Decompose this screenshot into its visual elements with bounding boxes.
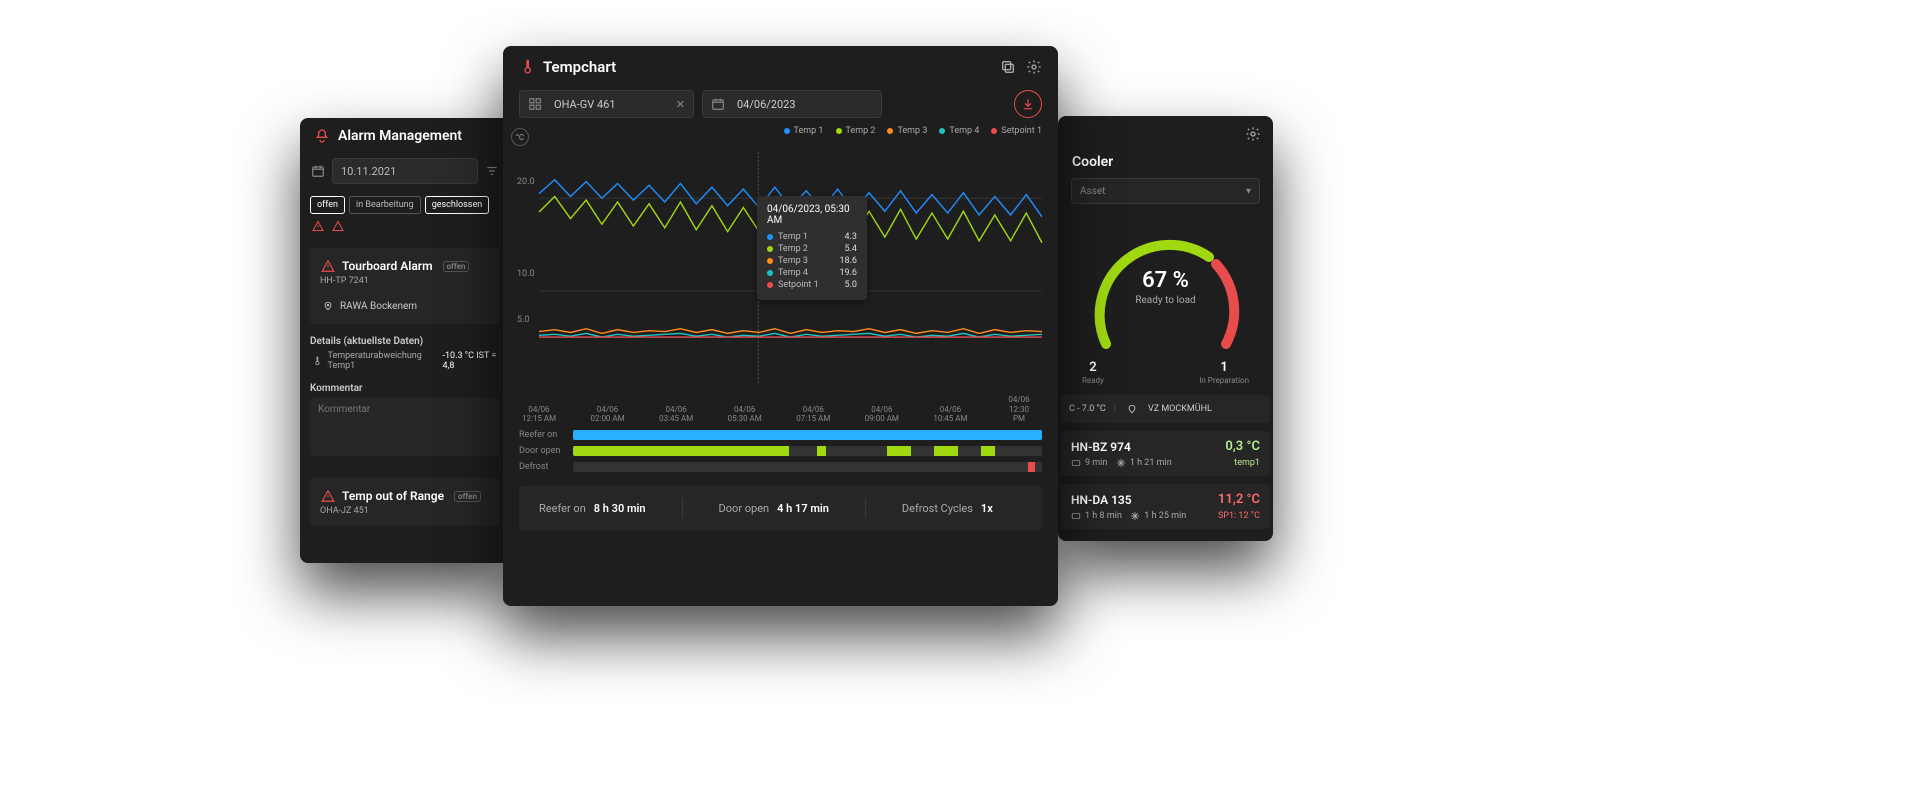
x-tick: 04/0610:45 AM <box>933 405 967 424</box>
tab-geschlossen[interactable]: geschlossen <box>425 196 490 214</box>
tab-offen[interactable]: offen <box>310 196 345 214</box>
qr-icon <box>528 97 546 111</box>
gear-icon[interactable] <box>1026 59 1042 75</box>
alarm-date-input[interactable]: 10.11.2021 <box>332 158 478 184</box>
x-tick: 04/0607:15 AM <box>796 405 830 424</box>
details-header: Details (aktuellste Daten) <box>310 336 500 347</box>
thermometer-icon <box>310 353 324 369</box>
status-badge: offen <box>454 491 481 502</box>
asset-input[interactable]: OHA-GV 461 ✕ <box>519 90 694 118</box>
x-tick: 04/0609:00 AM <box>865 405 899 424</box>
alarm-item-1[interactable]: Tourboard Alarm offen HH-TP 7241 RAWA Bo… <box>310 248 500 324</box>
alarm-tabs: offen in Bearbeitung geschlossen <box>300 188 510 242</box>
pin-icon <box>320 298 336 314</box>
x-tick: 04/0612:15 AM <box>522 405 556 424</box>
x-tick: 04/0612:30 PM <box>1008 395 1031 424</box>
x-tick: 04/0603:45 AM <box>659 405 693 424</box>
alarm-item-title: Tourboard Alarm <box>342 259 433 273</box>
warning-icon[interactable] <box>310 218 326 234</box>
range-row: C - 7.0 °C | VZ MOCKMÜHL <box>1061 395 1270 423</box>
defrost-bar <box>573 462 1042 472</box>
bar-label-door: Door open <box>519 446 563 456</box>
warning-icon[interactable] <box>330 218 346 234</box>
filter-icon[interactable] <box>484 163 500 179</box>
alarm-asset: HH-TP 7241 <box>320 276 490 286</box>
tempchart-card: Tempchart OHA-GV 461 ✕ 04/06/2023 <box>503 46 1058 606</box>
asset-select[interactable]: Asset ▾ <box>1071 178 1260 204</box>
cooler-card: Cooler Asset ▾ 67 % Ready to load 2Ready… <box>1058 116 1273 541</box>
temp-chart[interactable]: °C Temp 1 Temp 2 Temp 3 Temp 4 Setpoint … <box>519 134 1042 424</box>
chevron-down-icon: ▾ <box>1246 186 1251 197</box>
asset-item[interactable]: HN-BZ 9740,3 °C 9 min 1 h 21 mintemp1 <box>1061 431 1270 476</box>
calendar-icon <box>310 163 326 179</box>
stats-bar: Reefer on8 h 30 min Door open4 h 17 min … <box>519 486 1042 530</box>
date-input[interactable]: 04/06/2023 <box>702 90 882 118</box>
warning-icon <box>320 258 336 274</box>
status-bars: Reefer on Door open Defrost <box>519 430 1042 472</box>
reefer-bar <box>573 430 1042 440</box>
comment-input[interactable]: Kommentar <box>310 398 500 456</box>
alarm-location: RAWA Bockenem <box>320 298 490 314</box>
asset-item[interactable]: HN-DA 13511,2 °C 1 h 8 min 1 h 25 minSP1… <box>1061 484 1270 529</box>
bar-label-reefer: Reefer on <box>519 430 563 440</box>
details-line: Temperaturabweichung Temp1 -10.3 °C IST … <box>310 351 500 371</box>
gauge: 67 % Ready to load <box>1076 214 1256 364</box>
gear-icon[interactable] <box>1245 126 1261 142</box>
gauge-subtitle: Ready to load <box>1076 295 1256 306</box>
bell-icon <box>314 128 330 144</box>
unit-badge: °C <box>511 128 529 146</box>
tab-in-bearbeitung[interactable]: in Bearbeitung <box>349 196 421 214</box>
gauge-percent: 67 % <box>1076 268 1256 293</box>
x-tick: 04/0602:00 AM <box>591 405 625 424</box>
tempchart-title: Tempchart <box>543 58 616 76</box>
alarm-item-2[interactable]: Temp out of Range offen OHA-JZ 451 <box>310 478 500 526</box>
alarm-header: Alarm Management <box>300 118 510 154</box>
calendar-icon <box>711 97 729 111</box>
copy-icon[interactable] <box>1000 59 1016 75</box>
warning-icon <box>320 488 336 504</box>
chart-tooltip: 04/06/2023, 05:30 AM Temp 14.3Temp 25.4T… <box>757 196 867 300</box>
status-badge: offen <box>443 261 470 272</box>
alarm-management-card: Alarm Management 10.11.2021 offen in Bea… <box>300 118 510 563</box>
clear-icon[interactable]: ✕ <box>676 98 685 111</box>
bar-label-defrost: Defrost <box>519 462 563 472</box>
x-tick: 04/0605:30 AM <box>728 405 762 424</box>
comment-header: Kommentar <box>310 383 500 394</box>
download-button[interactable] <box>1014 90 1042 118</box>
chart-legend: Temp 1 Temp 2 Temp 3 Temp 4 Setpoint 1 <box>784 126 1042 136</box>
thermometer-icon <box>519 59 535 75</box>
cooler-title: Cooler <box>1058 154 1273 170</box>
pin-icon <box>1124 401 1140 417</box>
alarm-title: Alarm Management <box>338 128 462 144</box>
door-bar <box>573 446 1042 456</box>
